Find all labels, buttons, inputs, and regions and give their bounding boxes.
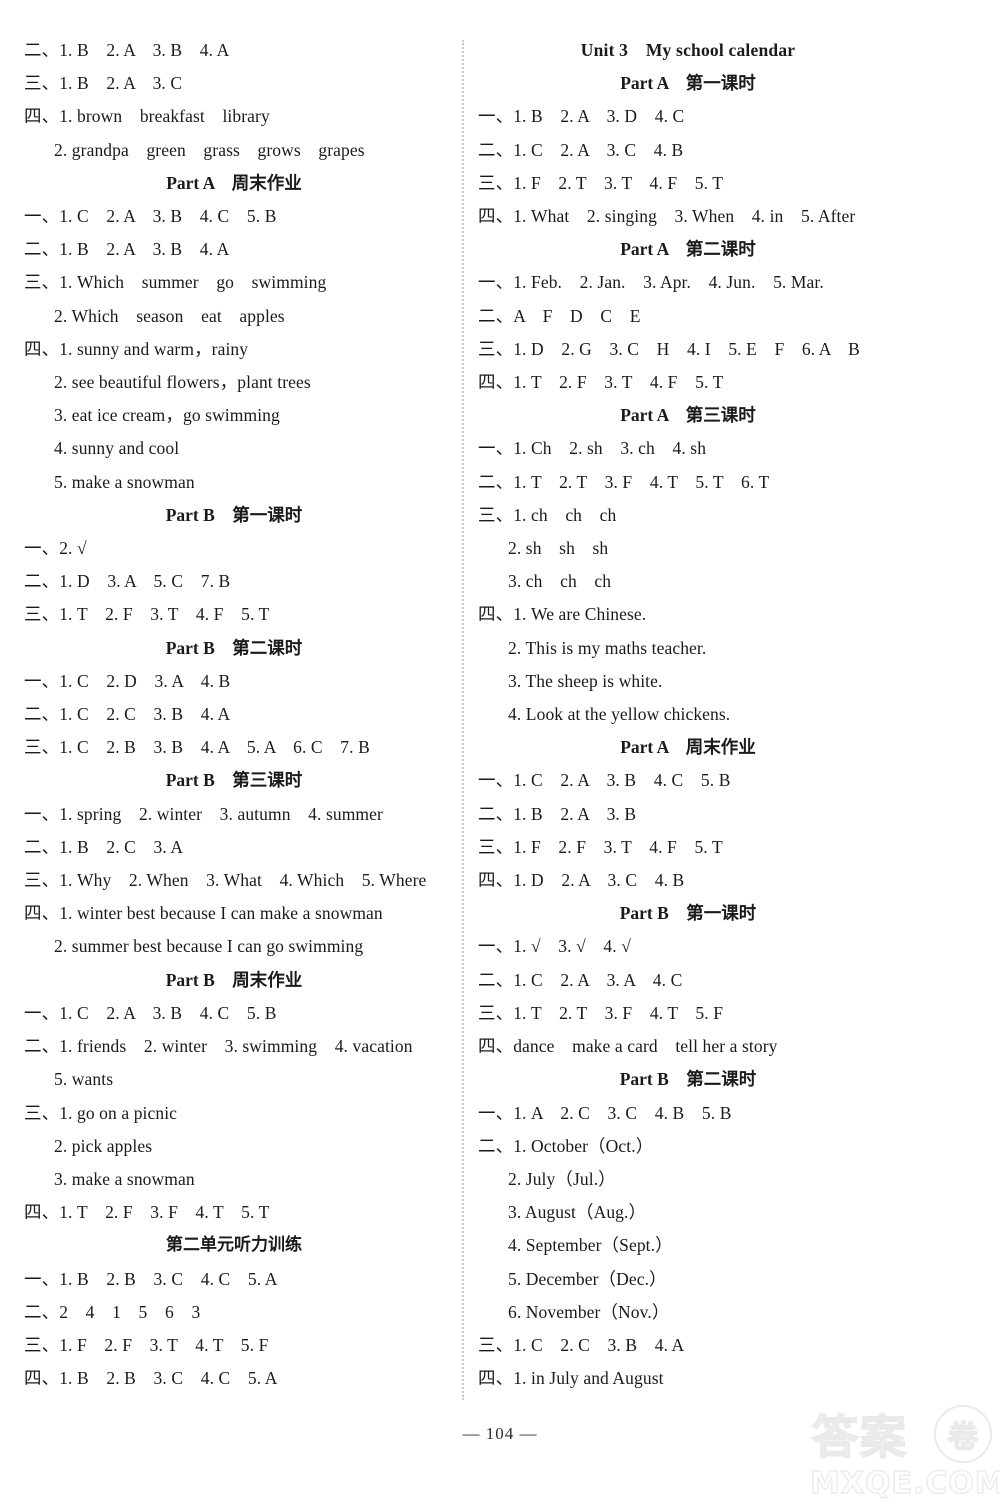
answer-line: 2. This is my maths teacher. xyxy=(508,637,707,658)
answer-line: 2. Which season eat apples xyxy=(54,305,285,326)
answer-line: 二、2 4 1 5 6 3 xyxy=(24,1301,201,1322)
answer-line: 一、1. B 2. B 3. C 4. C 5. A xyxy=(24,1268,278,1289)
answer-line: 三、1. Which summer go swimming xyxy=(24,272,327,293)
section-heading: Part A 第三课时 xyxy=(620,405,756,426)
answer-line: 5. December（Dec.） xyxy=(508,1268,667,1289)
answer-line: 3. ch ch ch xyxy=(508,571,612,592)
section-heading: Part B 第二课时 xyxy=(619,1069,757,1090)
answer-line: 5. wants xyxy=(54,1069,114,1090)
answer-line: 一、1. C 2. D 3. A 4. B xyxy=(24,670,231,691)
answer-line: 4. September（Sept.） xyxy=(508,1235,673,1256)
answer-line: 一、1. B 2. A 3. D 4. C xyxy=(478,106,685,127)
answer-line: 二、1. T 2. T 3. F 4. T 5. T 6. T xyxy=(478,471,770,492)
answer-line: 5. make a snowman xyxy=(54,471,195,492)
page-number: — 104 — xyxy=(462,1424,538,1443)
answer-line: 三、1. F 2. F 3. T 4. F 5. T xyxy=(478,836,723,857)
answer-line: 一、1. C 2. A 3. B 4. C 5. B xyxy=(24,1002,277,1023)
answer-line: 4. Look at the yellow chickens. xyxy=(508,704,731,725)
answer-line: 2. sh sh sh xyxy=(508,538,609,559)
answer-line: 四、1. in July and August xyxy=(478,1368,664,1389)
answer-line: 四、1. D 2. A 3. C 4. B xyxy=(478,870,685,891)
answer-line: 一、1. C 2. A 3. B 4. C 5. B xyxy=(24,206,277,227)
answer-line: 3. eat ice cream，go swimming xyxy=(54,405,280,426)
answer-line: 四、1. B 2. B 3. C 4. C 5. A xyxy=(24,1368,278,1389)
site-watermark: 答案 卷 MXQE.COM xyxy=(808,1399,1000,1507)
answer-line: 三、1. D 2. G 3. C H 4. I 5. E F 6. A B xyxy=(478,338,860,359)
answer-line: 三、1. ch ch ch xyxy=(478,504,617,525)
answer-line: 二、1. C 2. A 3. C 4. B xyxy=(478,139,684,160)
answer-line: 三、1. B 2. A 3. C xyxy=(24,73,183,94)
answer-line: 三、1. F 2. F 3. T 4. T 5. F xyxy=(24,1334,269,1355)
answer-line: 四、1. What 2. singing 3. When 4. in 5. Af… xyxy=(478,206,856,227)
answer-line: 6. November（Nov.） xyxy=(508,1301,670,1322)
answer-line: 四、1. winter best because I can make a sn… xyxy=(24,903,383,924)
section-heading: Unit 3 My school calendar xyxy=(580,40,796,60)
answer-line: 三、1. F 2. T 3. T 4. F 5. T xyxy=(478,172,724,193)
section-heading: Part A 周末作业 xyxy=(620,737,756,758)
column-divider xyxy=(462,40,464,1400)
answer-line: 二、A F D C E xyxy=(478,305,641,326)
answer-line: 三、1. C 2. C 3. B 4. A xyxy=(478,1334,685,1355)
answer-line: 二、1. B 2. A 3. B 4. A xyxy=(24,239,230,260)
answer-line: 二、1. friends 2. winter 3. swimming 4. va… xyxy=(24,1036,413,1057)
answer-line: 2. July（Jul.） xyxy=(508,1168,616,1189)
answer-line: 三、1. T 2. F 3. T 4. F 5. T xyxy=(24,604,270,625)
watermark-url: MXQE.COM xyxy=(809,1465,1000,1502)
answer-line: 三、1. go on a picnic xyxy=(24,1102,178,1123)
answer-line: 二、1. B 2. A 3. B 4. A xyxy=(24,40,230,60)
answer-line: 一、1. Ch 2. sh 3. ch 4. sh xyxy=(478,438,707,459)
left-answer-column: 二、1. B 2. A 3. B 4. A 三、1. B 2. A 3. C 四、1… xyxy=(24,34,444,1395)
answer-line: 一、1. C 2. A 3. B 4. C 5. B xyxy=(478,770,731,791)
right-answer-column: Unit 3 My school calendar Part A 第一课时一、1.… xyxy=(478,34,898,1395)
answer-line: 2. summer best because I can go swimming xyxy=(54,936,364,957)
answer-line: 2. see beautiful flowers，plant trees xyxy=(54,372,311,393)
answer-line: 二、1. B 2. A 3. B xyxy=(478,803,637,824)
answer-line: 一、1. spring 2. winter 3. autumn 4. summe… xyxy=(24,803,383,824)
answer-line: 四、1. sunny and warm，rainy xyxy=(24,338,249,359)
answer-line: 一、1. A 2. C 3. C 4. B 5. B xyxy=(478,1102,732,1123)
answer-line: 二、1. October（Oct.） xyxy=(478,1135,654,1156)
answer-line: 4. sunny and cool xyxy=(54,438,180,459)
section-heading: Part B 第二课时 xyxy=(165,637,303,658)
section-heading: 第二单元听力训练 xyxy=(166,1235,302,1256)
answer-line: 四、1. T 2. F 3. F 4. T 5. T xyxy=(24,1202,270,1223)
section-heading: Part B 周末作业 xyxy=(165,969,303,990)
section-heading: Part B 第三课时 xyxy=(165,770,303,791)
answer-line: 三、1. T 2. T 3. F 4. T 5. F xyxy=(478,1002,724,1023)
answer-line: 一、1. √ 3. √ 4. √ xyxy=(478,936,631,957)
answer-line: 3. make a snowman xyxy=(54,1168,195,1189)
answer-line: 一、2. √ xyxy=(24,538,87,559)
answer-line: 四、dance make a card tell her a story xyxy=(478,1036,778,1057)
answer-line: 四、1. We are Chinese. xyxy=(478,604,647,625)
answer-line: 二、1. D 3. A 5. C 7. B xyxy=(24,571,231,592)
section-heading: Part A 周末作业 xyxy=(166,172,302,193)
answer-line: 3. August（Aug.） xyxy=(508,1202,647,1223)
answer-line: 一、1. Feb. 2. Jan. 3. Apr. 4. Jun. 5. Mar… xyxy=(478,272,824,293)
answer-line: 三、1. Why 2. When 3. What 4. Which 5. Whe… xyxy=(24,870,427,891)
section-heading: Part A 第二课时 xyxy=(620,239,756,260)
answer-line: 四、1. brown breakfast library xyxy=(24,106,270,127)
section-heading: Part A 第一课时 xyxy=(620,73,756,94)
answer-key-page: 二、1. B 2. A 3. B 4. A 三、1. B 2. A 3. C 四、1… xyxy=(0,0,1000,1509)
section-heading: Part B 第一课时 xyxy=(619,903,757,924)
answer-line: 二、1. C 2. A 3. A 4. C xyxy=(478,969,683,990)
answer-line: 2. grandpa green grass grows grapes xyxy=(54,139,365,160)
answer-line: 四、1. T 2. F 3. T 4. F 5. T xyxy=(478,372,724,393)
answer-line: 三、1. C 2. B 3. B 4. A 5. A 6. C 7. B xyxy=(24,737,370,758)
answer-line: 二、1. C 2. C 3. B 4. A xyxy=(24,704,231,725)
answer-line: 3. The sheep is white. xyxy=(508,670,663,691)
answer-line: 2. pick apples xyxy=(54,1135,153,1156)
answer-line: 二、1. B 2. C 3. A xyxy=(24,836,184,857)
section-heading: Part B 第一课时 xyxy=(165,504,303,525)
